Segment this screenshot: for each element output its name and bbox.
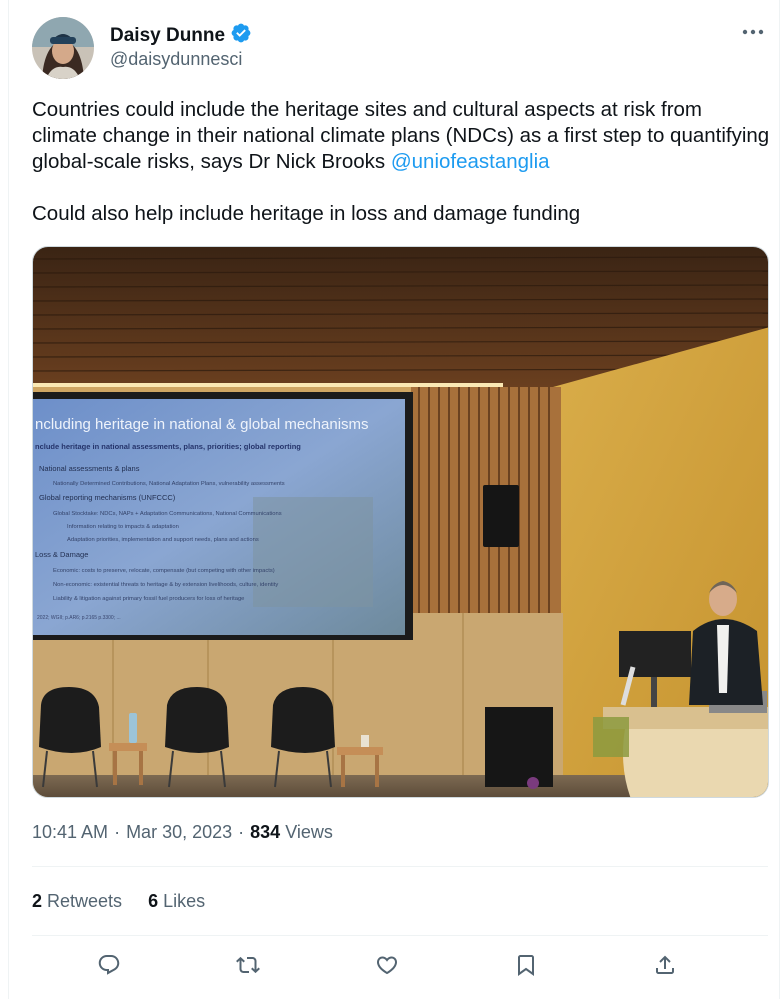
bookmark-button[interactable] — [509, 948, 543, 982]
tweet-text: Countries could include the heritage sit… — [32, 97, 772, 227]
action-bar — [32, 948, 742, 982]
tweet-time[interactable]: 10:41 AM — [32, 822, 108, 843]
likes-stat[interactable]: 6 Likes — [148, 891, 205, 912]
engagement-stats: 2 Retweets 6 Likes — [32, 891, 205, 912]
divider — [32, 866, 768, 867]
slide-line: Loss & Damage — [35, 550, 88, 559]
meta-separator: · — [114, 822, 121, 842]
display-name[interactable]: Daisy Dunne — [110, 25, 225, 47]
slide-line: Liability & litigation against primary f… — [53, 596, 244, 602]
slide-title: ncluding heritage in national & global m… — [35, 416, 369, 433]
slide-footer: 2022; WGII; p.AR6; p.2165 p.3300; ... — [37, 615, 121, 621]
heart-icon — [376, 956, 398, 975]
share-icon — [656, 955, 674, 974]
like-button[interactable] — [370, 948, 404, 982]
reply-button[interactable] — [92, 948, 126, 982]
likes-count: 6 — [148, 891, 159, 911]
slide-line: Global reporting mechanisms (UNFCCC) — [39, 493, 176, 502]
tweet-paragraph-2: Could also help include heritage in loss… — [32, 202, 581, 225]
share-button[interactable] — [648, 948, 682, 982]
retweets-stat[interactable]: 2 Retweets — [32, 891, 122, 912]
timeline-border-left — [8, 0, 9, 999]
mention-link[interactable]: @uniofeastanglia — [391, 150, 550, 173]
views-label: Views — [285, 822, 333, 842]
tweet-meta: 10:41 AM · Mar 30, 2023 · 834 Views — [32, 822, 333, 843]
retweet-icon — [236, 956, 260, 974]
tweet-photo[interactable]: ncluding heritage in national & global m… — [32, 246, 769, 798]
likes-label: Likes — [163, 891, 206, 911]
meta-separator: · — [238, 822, 245, 842]
reply-icon — [98, 955, 120, 975]
slide-line: Adaptation priorities, implementation an… — [67, 537, 259, 543]
slide-line: Economic: costs to preserve, relocate, c… — [53, 568, 275, 574]
tweet-date[interactable]: Mar 30, 2023 — [126, 822, 232, 843]
slide-subtitle: nclude heritage in national assessments,… — [35, 442, 301, 451]
slide-line: Nationally Determined Contributions, Nat… — [53, 481, 285, 487]
divider — [32, 935, 768, 936]
tweet-paragraph-1: Countries could include the heritage sit… — [32, 97, 772, 175]
views-count: 834 — [250, 822, 281, 842]
retweet-button[interactable] — [231, 948, 265, 982]
slide-line: National assessments & plans — [39, 464, 140, 473]
retweets-label: Retweets — [47, 891, 123, 911]
more-icon — [742, 29, 764, 35]
more-button[interactable] — [738, 18, 768, 46]
verified-badge-icon — [230, 22, 252, 49]
slide-line: Global Stocktake: NDCs, NAPs + Adaptatio… — [53, 511, 282, 517]
bookmark-icon — [518, 955, 534, 976]
avatar[interactable] — [32, 17, 94, 79]
slide-line: Non-economic: existential threats to her… — [53, 582, 278, 588]
handle[interactable]: @daisydunnesci — [110, 49, 242, 70]
slide-line: Information relating to impacts & adapta… — [67, 524, 179, 530]
retweets-count: 2 — [32, 891, 43, 911]
